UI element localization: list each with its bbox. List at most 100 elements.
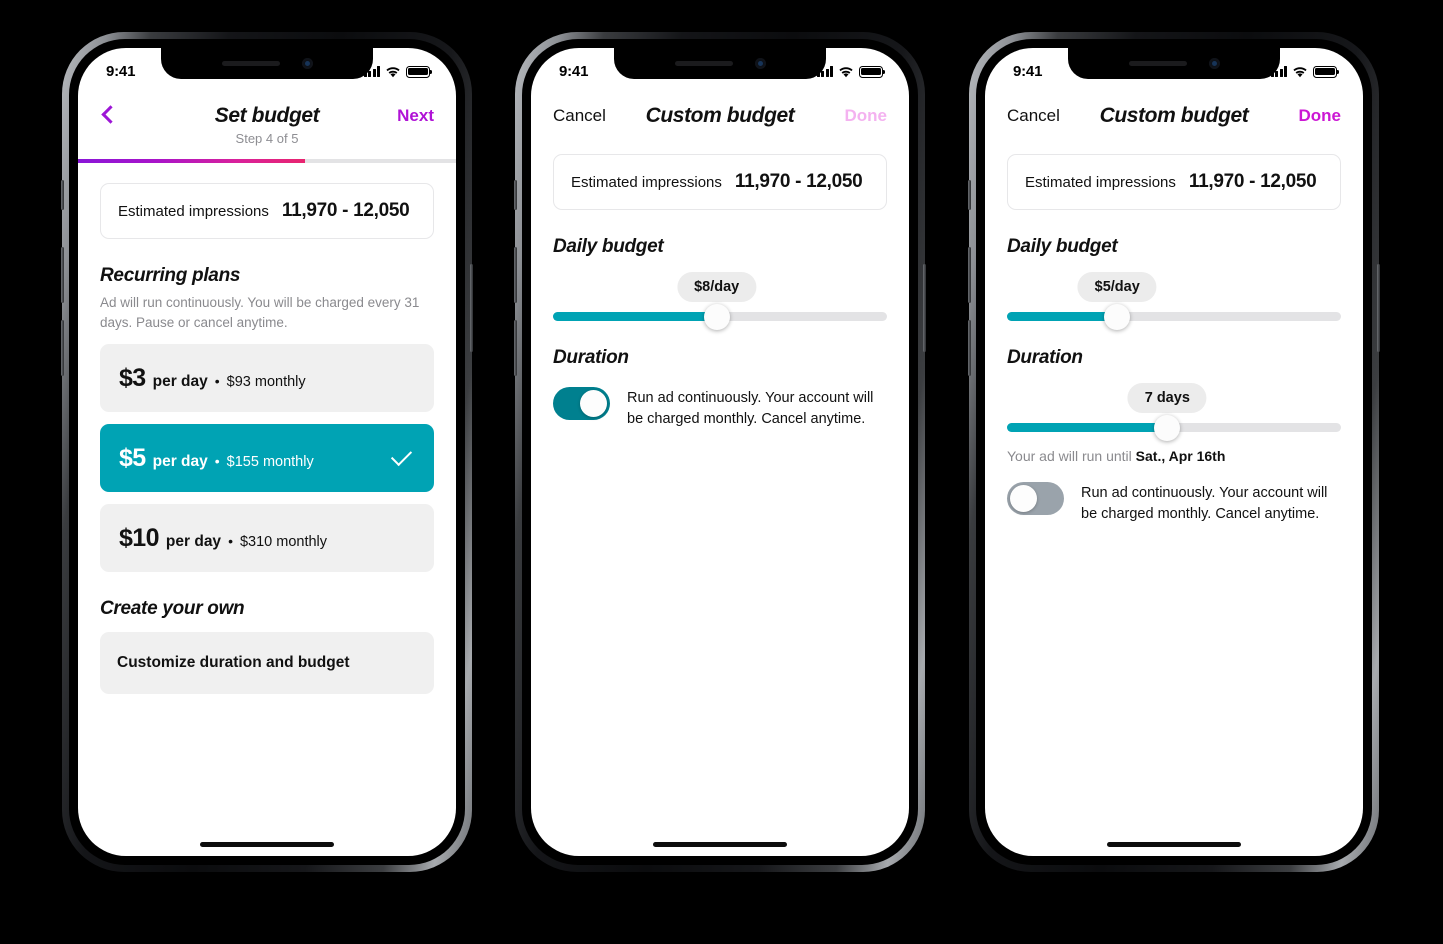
phone-mockup-2: 9:41 Cancel Custom budget Done Estimated… bbox=[514, 32, 926, 872]
plan-label: $5 per day • $155 monthly bbox=[119, 444, 314, 473]
daily-budget-slider-group: $8/day bbox=[553, 272, 887, 330]
estimated-impressions-value: 11,970 - 12,050 bbox=[1188, 171, 1317, 192]
earpiece-speaker bbox=[1128, 61, 1187, 66]
run-continuously-toggle-on[interactable] bbox=[553, 387, 610, 420]
phone-bezel-1: 9:41 Set budget Next Step 4 of 5 Estimat… bbox=[69, 39, 465, 865]
slider-thumb[interactable] bbox=[1154, 414, 1181, 441]
cancel-button[interactable]: Cancel bbox=[553, 106, 613, 126]
notch bbox=[614, 48, 826, 79]
mute-switch bbox=[61, 180, 64, 210]
slider-thumb[interactable] bbox=[703, 303, 730, 330]
nav-bar-3: Cancel Custom budget Done bbox=[985, 92, 1363, 134]
estimated-impressions-value: 11,970 - 12,050 bbox=[281, 200, 410, 221]
status-time: 9:41 bbox=[106, 63, 136, 80]
wifi-icon bbox=[1293, 66, 1307, 77]
done-button[interactable]: Done bbox=[1281, 106, 1341, 126]
mute-switch bbox=[968, 180, 971, 210]
screen2-content: Estimated impressions 11,970 - 12,050 Da… bbox=[531, 154, 909, 429]
page-title: Set budget bbox=[214, 104, 320, 127]
screen3-content: Estimated impressions 11,970 - 12,050 Da… bbox=[985, 154, 1363, 524]
status-time: 9:41 bbox=[559, 63, 589, 80]
plan-amount: $10 bbox=[119, 523, 160, 552]
daily-budget-bubble-row: $5/day bbox=[1007, 272, 1341, 302]
duration-value-bubble: 7 days bbox=[1127, 383, 1207, 413]
daily-budget-slider-group: $5/day bbox=[1007, 272, 1341, 330]
toggle-knob bbox=[580, 390, 607, 417]
screenshot-stage: 9:41 Set budget Next Step 4 of 5 Estimat… bbox=[0, 0, 1443, 944]
plan-separator: • bbox=[228, 532, 233, 549]
slider-fill bbox=[553, 312, 717, 321]
duration-bubble-row: 7 days bbox=[1007, 383, 1341, 413]
daily-budget-value-bubble: $8/day bbox=[677, 272, 757, 302]
battery-full-icon bbox=[1313, 65, 1340, 78]
earpiece-speaker bbox=[674, 61, 733, 66]
daily-budget-title: Daily budget bbox=[1007, 236, 1118, 257]
estimated-impressions-value: 11,970 - 12,050 bbox=[734, 171, 863, 192]
run-until-prefix: Your ad will run until bbox=[1007, 448, 1136, 464]
status-time: 9:41 bbox=[1013, 63, 1043, 80]
daily-budget-slider[interactable] bbox=[553, 303, 887, 330]
wifi-icon bbox=[386, 66, 400, 77]
volume-up-button bbox=[968, 247, 971, 303]
status-icons bbox=[1270, 63, 1340, 78]
estimated-impressions-label: Estimated impressions bbox=[1025, 173, 1176, 191]
duration-title: Duration bbox=[553, 347, 629, 368]
volume-down-button bbox=[61, 320, 64, 376]
phone-mockup-3: 9:41 Cancel Custom budget Done Estimated… bbox=[968, 32, 1380, 872]
progress-bar-fill bbox=[78, 159, 305, 163]
slider-fill bbox=[1007, 423, 1168, 432]
plan-option-10[interactable]: $10 per day • $310 monthly bbox=[100, 504, 434, 573]
estimated-impressions-card: Estimated impressions 11,970 - 12,050 bbox=[1007, 154, 1341, 210]
slider-fill bbox=[1007, 312, 1118, 321]
phone-mockup-1: 9:41 Set budget Next Step 4 of 5 Estimat… bbox=[61, 32, 473, 872]
phone-bezel-3: 9:41 Cancel Custom budget Done Estimated… bbox=[976, 39, 1372, 865]
recurring-plans-description: Ad will run continuously. You will be ch… bbox=[100, 295, 420, 330]
volume-up-button bbox=[61, 247, 64, 303]
next-button[interactable]: Next bbox=[374, 106, 434, 126]
home-indicator[interactable] bbox=[1107, 842, 1241, 847]
nav-bar-2: Cancel Custom budget Done bbox=[531, 92, 909, 134]
estimated-impressions-label: Estimated impressions bbox=[571, 173, 722, 191]
run-continuously-description: Run ad continuously. Your account will b… bbox=[627, 390, 874, 427]
checkmark-icon bbox=[390, 445, 413, 467]
plan-monthly: $155 monthly bbox=[226, 453, 314, 470]
plan-monthly: $93 monthly bbox=[226, 373, 306, 390]
page-title: Custom budget bbox=[645, 104, 795, 127]
screen-set-budget: 9:41 Set budget Next Step 4 of 5 Estimat… bbox=[78, 48, 456, 856]
home-indicator[interactable] bbox=[653, 842, 787, 847]
volume-up-button bbox=[514, 247, 517, 303]
plan-label: $3 per day • $93 monthly bbox=[119, 364, 306, 393]
slider-thumb[interactable] bbox=[1104, 303, 1131, 330]
home-indicator[interactable] bbox=[200, 842, 334, 847]
daily-budget-slider[interactable] bbox=[1007, 303, 1341, 330]
plan-monthly: $310 monthly bbox=[239, 533, 328, 550]
page-title: Custom budget bbox=[1099, 104, 1249, 127]
daily-budget-title: Daily budget bbox=[553, 236, 664, 257]
daily-budget-value-bubble: $5/day bbox=[1077, 272, 1157, 302]
run-continuously-row: Run ad continuously. Your account will b… bbox=[553, 387, 887, 429]
run-until-text: Your ad will run until Sat., Apr 16th bbox=[1007, 448, 1341, 464]
duration-slider-group: 7 days bbox=[1007, 383, 1341, 441]
screen-custom-budget-continuous: 9:41 Cancel Custom budget Done Estimated… bbox=[531, 48, 909, 856]
back-button[interactable] bbox=[100, 105, 160, 126]
cancel-button[interactable]: Cancel bbox=[1007, 106, 1067, 126]
plan-option-5-selected[interactable]: $5 per day • $155 monthly bbox=[100, 424, 434, 493]
estimated-impressions-card: Estimated impressions 11,970 - 12,050 bbox=[100, 183, 434, 239]
front-camera-icon bbox=[1208, 58, 1220, 69]
plan-per-day: per day bbox=[152, 372, 208, 390]
screen-custom-budget-fixed: 9:41 Cancel Custom budget Done Estimated… bbox=[985, 48, 1363, 856]
duration-slider[interactable] bbox=[1007, 414, 1341, 441]
plan-label: $10 per day • $310 monthly bbox=[119, 524, 327, 553]
estimated-impressions-label: Estimated impressions bbox=[118, 202, 269, 220]
phone-bezel-2: 9:41 Cancel Custom budget Done Estimated… bbox=[522, 39, 918, 865]
power-button bbox=[923, 264, 926, 352]
notch bbox=[161, 48, 373, 79]
earpiece-speaker bbox=[221, 61, 280, 66]
plan-option-3[interactable]: $3 per day • $93 monthly bbox=[100, 344, 434, 413]
volume-down-button bbox=[968, 320, 971, 376]
estimated-impressions-card: Estimated impressions 11,970 - 12,050 bbox=[553, 154, 887, 210]
customize-duration-budget-button[interactable]: Customize duration and budget bbox=[100, 632, 434, 695]
run-continuously-toggle-off[interactable] bbox=[1007, 482, 1064, 515]
done-button-disabled[interactable]: Done bbox=[827, 106, 887, 126]
recurring-plans-title: Recurring plans bbox=[100, 265, 241, 286]
